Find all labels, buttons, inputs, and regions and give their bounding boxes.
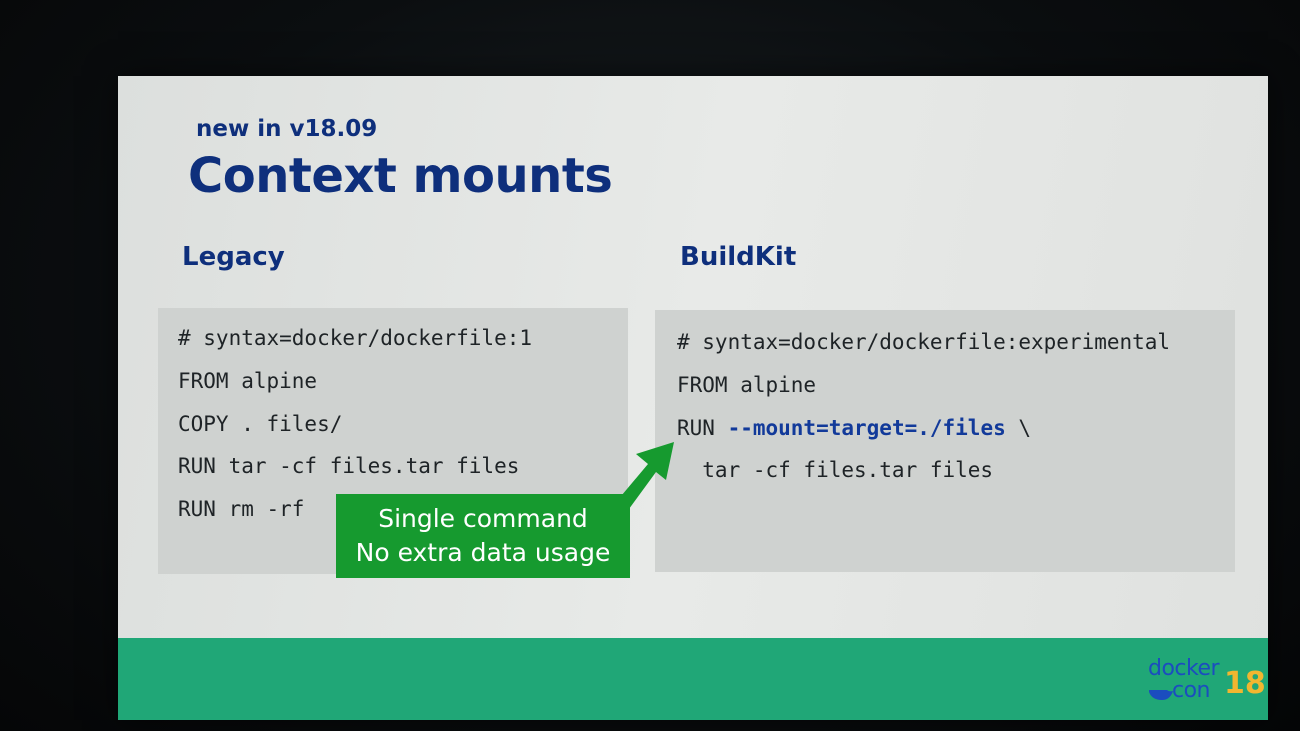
logo-year-number: 18 bbox=[1224, 666, 1266, 701]
docker-whale-icon bbox=[1149, 690, 1173, 700]
slide: new in v18.09 Context mounts Legacy Buil… bbox=[118, 76, 1268, 720]
callout-line: Single command bbox=[378, 504, 588, 533]
slide-footer-band bbox=[118, 638, 1268, 720]
logo-con-text: con bbox=[1172, 678, 1211, 703]
callout-arrow-icon bbox=[606, 442, 674, 524]
dockercon-logo: docker con 18 bbox=[1148, 656, 1266, 708]
callout-line: No extra data usage bbox=[355, 538, 611, 567]
callout-box: Single command No extra data usage bbox=[336, 494, 630, 578]
